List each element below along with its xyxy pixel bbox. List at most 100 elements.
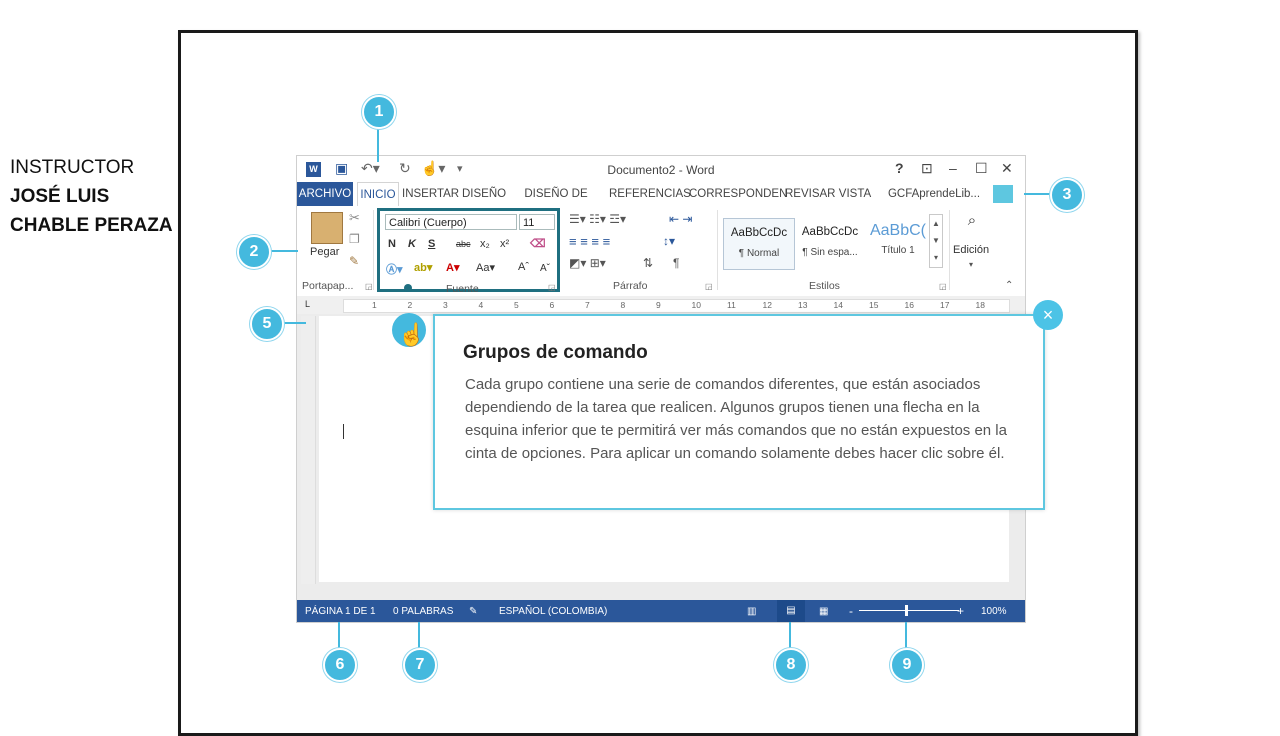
maximize-icon[interactable]: ☐ [975,160,988,177]
zoom-out-button[interactable]: - [849,604,853,618]
badge-2[interactable]: 2 [237,235,271,269]
paste-button[interactable]: Pegar [310,246,339,258]
styles-launcher-icon[interactable]: ◲ [939,282,947,291]
ruler-tick-label: 3 [443,300,448,310]
tab-correspondencia[interactable]: CORRESPONDEN [689,182,787,206]
font-family-select[interactable]: Calibri (Cuerpo) [385,214,517,230]
binoculars-icon[interactable]: ⌕ [959,212,985,236]
superscript-button[interactable]: x² [500,238,509,250]
tab-diseno[interactable]: DISEÑO [462,182,506,206]
format-painter-icon[interactable]: ✎ [349,254,359,268]
highlight-icon[interactable]: ab▾ [414,261,432,274]
sort-icon[interactable]: ⇅ [643,256,653,270]
proofing-icon[interactable]: ✎ [469,606,477,617]
help-button[interactable]: ? [895,160,904,176]
italic-button[interactable]: K [408,238,416,250]
ruler-tick-label: 13 [798,300,808,310]
subscript-button[interactable]: x₂ [480,238,490,250]
line-spacing-icon[interactable]: ↕▾ [663,234,675,248]
grow-font-icon[interactable]: Aˆ [518,261,529,273]
ruler-tick-label: 14 [833,300,843,310]
ruler-tick-label: 8 [620,300,626,310]
font-launcher-icon[interactable]: ◲ [548,283,556,292]
paragraph-launcher-icon[interactable]: ◲ [705,282,713,291]
badge-6[interactable]: 6 [323,648,357,682]
cut-icon[interactable]: ✂ [349,210,360,226]
tab-revisar[interactable]: REVISAR [785,182,836,206]
callout-body: Cada grupo contiene una serie de comando… [465,376,1007,462]
tab-selector-icon[interactable]: L [305,299,310,309]
ruler-scale[interactable]: 1 2 3 4 5 6 7 8 9 10 11 12 13 14 15 16 17 18 [343,299,1010,313]
style-heading-1[interactable]: AaBbC( Título 1 [863,218,933,268]
ruler-tick-label: 4 [478,300,484,310]
group-label-paragraph: Párrafo [613,280,648,292]
show-marks-icon[interactable]: ¶ [673,256,679,270]
print-layout-icon[interactable]: ▤ [777,600,805,622]
callout-title: Grupos de comando [463,342,648,363]
document-title: Documento2 - Word [607,163,715,177]
instructor-name-first: JOSÉ LUIS [10,186,110,207]
indent-icons[interactable]: ⇤ ⇥ [669,212,692,226]
strikethrough-button[interactable]: abc [456,239,471,249]
page-count[interactable]: PÁGINA 1 DE 1 [305,606,376,617]
minimize-icon[interactable]: – [949,160,957,176]
font-color-icon[interactable]: A▾ [446,261,459,274]
collapse-ribbon-icon[interactable]: ⌃ [1005,280,1013,291]
paste-icon[interactable] [311,212,343,244]
tab-archivo[interactable]: ARCHIVO [297,182,353,206]
instructor-credit: INSTRUCTOR JOSÉ LUIS CHABLE PERAZA [10,153,173,240]
zoom-slider-thumb[interactable] [905,605,908,616]
tab-insertar[interactable]: INSERTAR [402,182,459,206]
ruler-tick-label: 6 [549,300,555,310]
styles-scroll[interactable]: ▲ ▼ ▾ [929,214,943,268]
web-layout-icon[interactable]: ▦ [819,606,828,617]
tab-vista[interactable]: VISTA [837,182,873,206]
ribbon-display-icon[interactable]: ⊡ [921,160,933,177]
underline-button[interactable]: S [428,238,435,250]
badge-7[interactable]: 7 [403,648,437,682]
tab-inicio[interactable]: INICIO [357,182,399,207]
font-size-select[interactable]: 11 [519,214,555,230]
badge-line-2 [268,250,298,252]
change-case-icon[interactable]: Aa▾ [476,261,495,274]
tab-diseno-pagina[interactable]: DISEÑO DE PÁGI [510,182,602,224]
shrink-font-icon[interactable]: Aˇ [540,263,550,274]
status-bar: PÁGINA 1 DE 1 0 PALABRAS ✎ ESPAÑOL (COLO… [297,600,1025,622]
read-mode-icon[interactable]: ▥ [747,606,756,617]
bold-button[interactable]: N [388,238,396,250]
word-count[interactable]: 0 PALABRAS [393,606,453,617]
instructor-label: INSTRUCTOR [10,157,135,178]
editing-button[interactable]: Edición [953,244,989,256]
zoom-in-button[interactable]: + [957,604,964,618]
zoom-level[interactable]: 100% [981,606,1007,617]
clipboard-launcher-icon[interactable]: ◲ [365,282,373,291]
close-icon[interactable]: ✕ [1001,160,1013,177]
copy-icon[interactable]: ❐ [349,232,360,246]
tab-referencias[interactable]: REFERENCIAS [609,182,691,206]
badge-line-8 [789,622,791,650]
badge-5[interactable]: 5 [250,307,284,341]
language-status[interactable]: ESPAÑOL (COLOMBIA) [499,606,607,617]
align-icons[interactable]: ≡ ≡ ≡ ≡ [569,234,610,249]
ruler-tick-label: 5 [514,300,519,310]
badge-1[interactable]: 1 [362,95,396,129]
account-picture[interactable] [993,185,1013,203]
text-effects-icon[interactable]: Ⓐ▾ [386,261,403,277]
ruler-tick-label: 9 [656,300,661,310]
group-label-font: Fuente [446,283,479,295]
bullets-icon[interactable]: ☰▾ ☷▾ ☲▾ [569,212,626,226]
badge-8[interactable]: 8 [774,648,808,682]
vertical-ruler[interactable] [301,316,316,584]
style-no-spacing[interactable]: AaBbCcDc ¶ Sin espa... [795,218,865,268]
badge-3[interactable]: 3 [1050,178,1084,212]
style-normal[interactable]: AaBbCcDc ¶ Normal [723,218,795,270]
shading-borders-icons[interactable]: ◩▾ ⊞▾ [569,256,606,270]
zoom-slider[interactable] [859,610,959,611]
ruler-tick-label: 17 [940,300,950,310]
badge-9[interactable]: 9 [890,648,924,682]
tab-gcf[interactable]: GCFAprendeLib... [879,182,989,206]
callout-close-button[interactable]: × [1033,300,1063,330]
badge-line-1 [377,126,379,162]
editing-dropdown-icon[interactable]: ▾ [969,260,973,269]
clear-format-icon[interactable]: ⌫ [530,237,546,250]
